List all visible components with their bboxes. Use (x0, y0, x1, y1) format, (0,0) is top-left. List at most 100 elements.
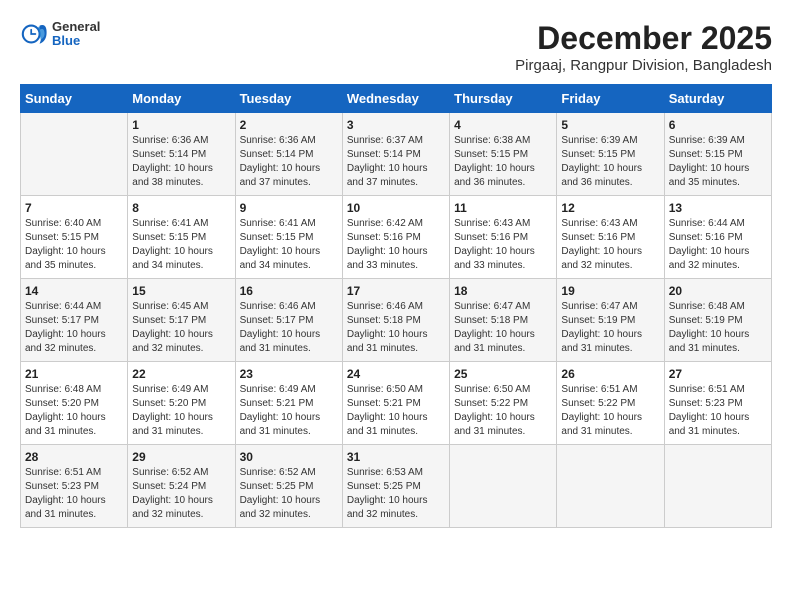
day-number: 17 (347, 284, 445, 298)
day-number: 14 (25, 284, 123, 298)
day-number: 12 (561, 201, 659, 215)
calendar-cell: 27Sunrise: 6:51 AM Sunset: 5:23 PM Dayli… (664, 362, 771, 445)
day-info: Sunrise: 6:51 AM Sunset: 5:22 PM Dayligh… (561, 383, 659, 439)
calendar-cell: 2 Sunrise: 6:36 AM Sunset: 5:14 PM Daylig… (235, 113, 342, 196)
general-blue-icon (20, 20, 48, 48)
logo-general: General (52, 20, 100, 34)
day-number: 25 (454, 367, 552, 381)
day-info: Sunrise: 6:45 AM Sunset: 5:17 PM Dayligh… (132, 300, 230, 356)
day-info: Sunrise: 6:47 AM Sunset: 5:18 PM Dayligh… (454, 300, 552, 356)
day-number: 13 (669, 201, 767, 215)
calendar-cell: 19 Sunrise: 6:47 AM Sunset: 5:19 PM Dayli… (557, 279, 664, 362)
day-info: Sunrise: 6:52 AM Sunset: 5:24 PM Dayligh… (132, 466, 230, 522)
calendar-cell: 21 Sunrise: 6:48 AM Sunset: 5:20 PM Dayli… (21, 362, 128, 445)
day-info: Sunrise: 6:42 AM Sunset: 5:16 PM Dayligh… (347, 217, 445, 273)
day-info: Sunrise: 6:36 AM Sunset: 5:14 PM Dayligh… (132, 134, 230, 190)
day-number: 7 (25, 201, 123, 215)
calendar-week-row: 7 Sunrise: 6:40 AM Sunset: 5:15 PM Daylig… (21, 196, 772, 279)
weekday-header-tuesday: Tuesday (235, 85, 342, 113)
day-number: 23 (240, 367, 338, 381)
calendar-header-row: SundayMondayTuesdayWednesdayThursdayFrid… (21, 85, 772, 113)
day-info: Sunrise: 6:39 AM Sunset: 5:15 PM Dayligh… (561, 134, 659, 190)
day-info: Sunrise: 6:49 AM Sunset: 5:20 PM Dayligh… (132, 383, 230, 439)
calendar-week-row: 28 Sunrise: 6:51 AM Sunset: 5:23 PM Dayli… (21, 445, 772, 528)
calendar-cell: 1 Sunrise: 6:36 AM Sunset: 5:14 PM Daylig… (128, 113, 235, 196)
day-info: Sunrise: 6:46 AM Sunset: 5:17 PM Dayligh… (240, 300, 338, 356)
day-number: 10 (347, 201, 445, 215)
day-info: Sunrise: 6:50 AM Sunset: 5:22 PM Dayligh… (454, 383, 552, 439)
calendar-cell: 11Sunrise: 6:43 AM Sunset: 5:16 PM Dayli… (450, 196, 557, 279)
logo-blue: Blue (52, 34, 100, 48)
day-number: 15 (132, 284, 230, 298)
day-info: Sunrise: 6:50 AM Sunset: 5:21 PM Dayligh… (347, 383, 445, 439)
day-number: 28 (25, 450, 123, 464)
calendar-cell: 6 Sunrise: 6:39 AM Sunset: 5:15 PM Daylig… (664, 113, 771, 196)
day-info: Sunrise: 6:48 AM Sunset: 5:19 PM Dayligh… (669, 300, 767, 356)
day-info: Sunrise: 6:46 AM Sunset: 5:18 PM Dayligh… (347, 300, 445, 356)
day-info: Sunrise: 6:40 AM Sunset: 5:15 PM Dayligh… (25, 217, 123, 273)
day-info: Sunrise: 6:41 AM Sunset: 5:15 PM Dayligh… (132, 217, 230, 273)
day-number: 27 (669, 367, 767, 381)
day-number: 30 (240, 450, 338, 464)
calendar-cell: 18Sunrise: 6:47 AM Sunset: 5:18 PM Dayli… (450, 279, 557, 362)
title-block: December 2025 Pirgaaj, Rangpur Division,… (515, 20, 772, 74)
weekday-header-sunday: Sunday (21, 85, 128, 113)
page-title: December 2025 (515, 20, 772, 57)
day-info: Sunrise: 6:52 AM Sunset: 5:25 PM Dayligh… (240, 466, 338, 522)
day-number: 9 (240, 201, 338, 215)
calendar-cell: 15 Sunrise: 6:45 AM Sunset: 5:17 PM Dayli… (128, 279, 235, 362)
calendar-cell (557, 445, 664, 528)
day-number: 21 (25, 367, 123, 381)
day-info: Sunrise: 6:53 AM Sunset: 5:25 PM Dayligh… (347, 466, 445, 522)
calendar-cell: 16Sunrise: 6:46 AM Sunset: 5:17 PM Dayli… (235, 279, 342, 362)
calendar-cell (21, 113, 128, 196)
calendar-cell: 22Sunrise: 6:49 AM Sunset: 5:20 PM Dayli… (128, 362, 235, 445)
calendar-cell: 4 Sunrise: 6:38 AM Sunset: 5:15 PM Daylig… (450, 113, 557, 196)
day-number: 19 (561, 284, 659, 298)
calendar-week-row: 21 Sunrise: 6:48 AM Sunset: 5:20 PM Dayli… (21, 362, 772, 445)
day-info: Sunrise: 6:38 AM Sunset: 5:15 PM Dayligh… (454, 134, 552, 190)
day-info: Sunrise: 6:49 AM Sunset: 5:21 PM Dayligh… (240, 383, 338, 439)
day-info: Sunrise: 6:48 AM Sunset: 5:20 PM Dayligh… (25, 383, 123, 439)
day-info: Sunrise: 6:36 AM Sunset: 5:14 PM Dayligh… (240, 134, 338, 190)
weekday-header-monday: Monday (128, 85, 235, 113)
calendar-cell: 10 Sunrise: 6:42 AM Sunset: 5:16 PM Dayli… (342, 196, 449, 279)
calendar-cell: 8 Sunrise: 6:41 AM Sunset: 5:15 PM Daylig… (128, 196, 235, 279)
day-number: 29 (132, 450, 230, 464)
calendar-cell: 25 Sunrise: 6:50 AM Sunset: 5:22 PM Dayli… (450, 362, 557, 445)
day-number: 8 (132, 201, 230, 215)
calendar-cell: 24Sunrise: 6:50 AM Sunset: 5:21 PM Dayli… (342, 362, 449, 445)
calendar-cell: 13Sunrise: 6:44 AM Sunset: 5:16 PM Dayli… (664, 196, 771, 279)
calendar-cell: 7 Sunrise: 6:40 AM Sunset: 5:15 PM Daylig… (21, 196, 128, 279)
logo-text: General Blue (52, 20, 100, 49)
calendar-cell: 17 Sunrise: 6:46 AM Sunset: 5:18 PM Dayli… (342, 279, 449, 362)
day-number: 2 (240, 118, 338, 132)
calendar-cell: 9 Sunrise: 6:41 AM Sunset: 5:15 PM Daylig… (235, 196, 342, 279)
day-info: Sunrise: 6:51 AM Sunset: 5:23 PM Dayligh… (25, 466, 123, 522)
calendar-cell: 23 Sunrise: 6:49 AM Sunset: 5:21 PM Dayli… (235, 362, 342, 445)
calendar-cell: 26Sunrise: 6:51 AM Sunset: 5:22 PM Dayli… (557, 362, 664, 445)
logo: General Blue (20, 20, 100, 49)
page-header: General Blue December 2025 Pirgaaj, Rang… (20, 20, 772, 74)
day-number: 6 (669, 118, 767, 132)
calendar-cell (664, 445, 771, 528)
day-number: 3 (347, 118, 445, 132)
calendar-cell: 31Sunrise: 6:53 AM Sunset: 5:25 PM Dayli… (342, 445, 449, 528)
day-info: Sunrise: 6:47 AM Sunset: 5:19 PM Dayligh… (561, 300, 659, 356)
calendar-cell: 14 Sunrise: 6:44 AM Sunset: 5:17 PM Dayli… (21, 279, 128, 362)
calendar-cell (450, 445, 557, 528)
weekday-header-thursday: Thursday (450, 85, 557, 113)
day-info: Sunrise: 6:43 AM Sunset: 5:16 PM Dayligh… (561, 217, 659, 273)
calendar-cell: 3Sunrise: 6:37 AM Sunset: 5:14 PM Daylig… (342, 113, 449, 196)
calendar-cell: 12 Sunrise: 6:43 AM Sunset: 5:16 PM Dayli… (557, 196, 664, 279)
day-info: Sunrise: 6:41 AM Sunset: 5:15 PM Dayligh… (240, 217, 338, 273)
day-info: Sunrise: 6:44 AM Sunset: 5:17 PM Dayligh… (25, 300, 123, 356)
day-info: Sunrise: 6:39 AM Sunset: 5:15 PM Dayligh… (669, 134, 767, 190)
calendar-cell: 29 Sunrise: 6:52 AM Sunset: 5:24 PM Dayli… (128, 445, 235, 528)
calendar-week-row: 14 Sunrise: 6:44 AM Sunset: 5:17 PM Dayli… (21, 279, 772, 362)
day-number: 20 (669, 284, 767, 298)
calendar-cell: 30 Sunrise: 6:52 AM Sunset: 5:25 PM Dayli… (235, 445, 342, 528)
calendar-cell: 28 Sunrise: 6:51 AM Sunset: 5:23 PM Dayli… (21, 445, 128, 528)
day-number: 4 (454, 118, 552, 132)
day-number: 1 (132, 118, 230, 132)
